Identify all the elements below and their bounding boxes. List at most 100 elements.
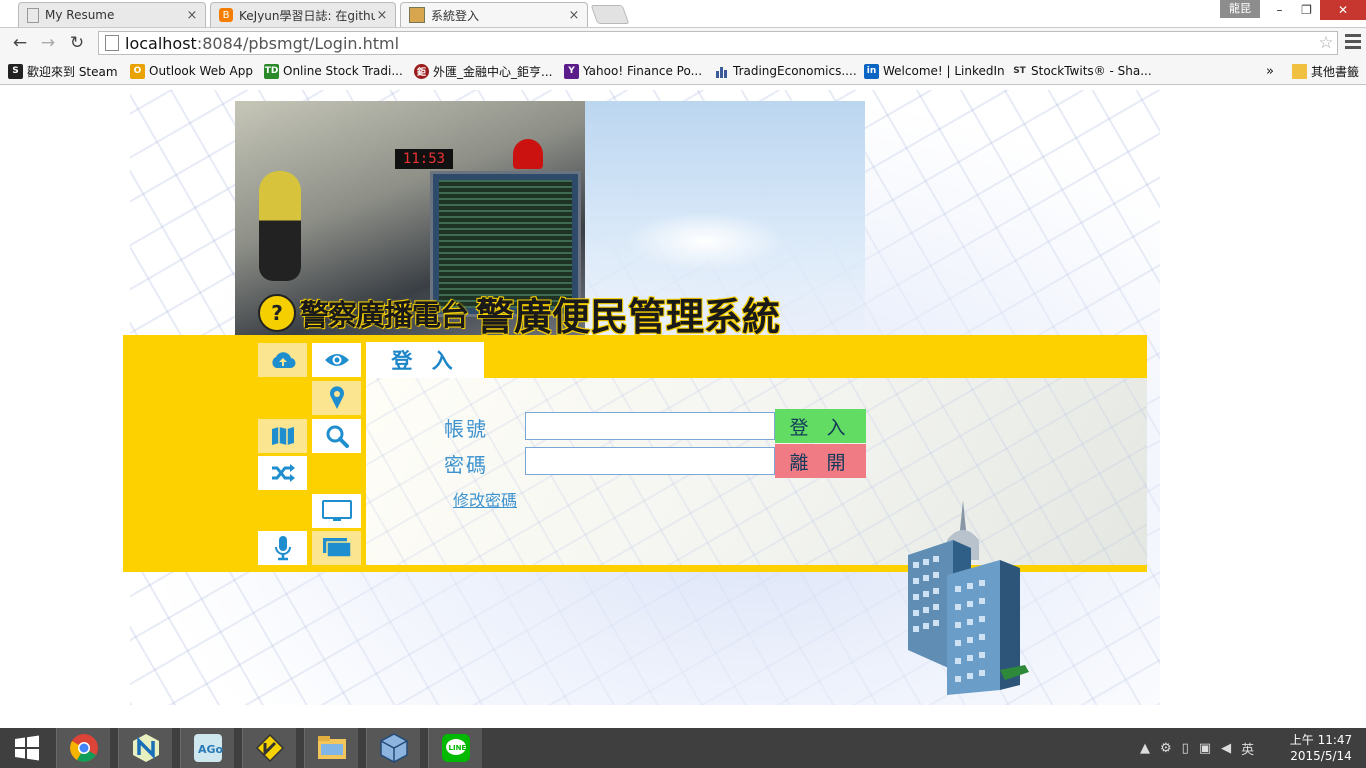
netbeans-icon — [132, 734, 159, 762]
window-controls: – ❐ ✕ — [1266, 0, 1366, 20]
forward-button[interactable]: → — [38, 34, 58, 52]
close-tab-icon[interactable]: × — [375, 8, 389, 23]
eye-icon — [324, 354, 349, 366]
bookmark-tradingeconomics[interactable]: TradingEconomics.... — [714, 62, 857, 80]
map-button[interactable] — [258, 419, 307, 453]
profile-button[interactable]: 龍昆 — [1220, 0, 1260, 18]
omnibox[interactable]: localhost:8084/pbsmgt/Login.html ☆ — [98, 31, 1338, 55]
close-window-button[interactable]: ✕ — [1320, 0, 1366, 20]
bookmarks-bar: S 歡迎來到 Steam O Outlook Web App TD Online St… — [0, 58, 1366, 85]
outlook-icon: O — [130, 63, 145, 79]
folder-icon — [1292, 63, 1307, 79]
tab-my-resume[interactable]: My Resume × — [18, 2, 206, 27]
system-favicon-icon — [409, 7, 425, 23]
map-marker-button[interactable] — [312, 381, 361, 415]
change-password-link[interactable]: 修改密碼 — [453, 487, 517, 511]
tab-login-panel[interactable]: 登 入 — [366, 342, 484, 378]
eye-button[interactable] — [312, 343, 361, 377]
clock-date: 2015/5/14 — [1290, 749, 1352, 763]
broadcast-screen-button[interactable] — [312, 531, 361, 565]
microphone-button[interactable] — [258, 531, 307, 565]
line-icon: LINE — [441, 734, 470, 762]
studio-clock-display: 11:53 — [395, 149, 453, 169]
bookmarks-overflow-button[interactable]: » — [1266, 62, 1274, 80]
tab-title: 系統登入 — [431, 8, 480, 23]
taskbar-adobe-air[interactable]: AGo — [180, 728, 234, 768]
tab-title: My Resume — [45, 8, 115, 22]
other-bookmarks-folder[interactable]: 其他書籤 — [1292, 62, 1359, 80]
password-input[interactable] — [525, 447, 775, 475]
bar-chart-icon — [714, 64, 729, 79]
tab-login[interactable]: 系統登入 × — [400, 2, 588, 27]
bookmark-td[interactable]: TD Online Stock Tradi... — [264, 62, 403, 80]
login-button[interactable]: 登 入 — [775, 409, 866, 443]
system-tray: ▲ ⚙ ▯ ▣ ◀ 英 — [1140, 728, 1264, 768]
taskbar-explorer[interactable] — [304, 728, 358, 768]
taskbar-chrome[interactable] — [56, 728, 110, 768]
tray-overflow-icon[interactable]: ▲ — [1140, 741, 1150, 756]
start-button[interactable] — [0, 728, 54, 768]
search-icon — [326, 425, 349, 448]
taskbar-netbeans[interactable] — [118, 728, 172, 768]
exit-button[interactable]: 離 開 — [775, 444, 866, 478]
chrome-menu-icon[interactable] — [1345, 34, 1361, 50]
on-air-beacon-image — [513, 139, 543, 169]
cnyes-icon: 鉅 — [414, 63, 429, 79]
back-button[interactable]: ← — [10, 34, 30, 52]
system-name: 警廣便民管理系統 — [476, 293, 781, 339]
bookmark-cnyes[interactable]: 鉅外匯_金融中心_鉅亨... — [414, 62, 552, 80]
map-icon — [271, 427, 294, 445]
station-name: 警察廣播電台 — [300, 298, 469, 332]
bookmark-linkedin[interactable]: in Welcome! | LinkedIn — [864, 62, 1005, 80]
taskbar-kakao[interactable] — [242, 728, 296, 768]
map-marker-icon — [329, 386, 344, 409]
windows-start-icon — [15, 735, 39, 761]
power-icon[interactable]: ▯ — [1182, 741, 1189, 756]
taskbar-virtualbox[interactable] — [366, 728, 420, 768]
blogger-icon: B — [219, 8, 233, 22]
shuffle-icon — [271, 464, 295, 482]
volume-icon[interactable]: ◀ — [1221, 741, 1231, 756]
ime-indicator[interactable]: 英 — [1241, 739, 1254, 758]
linkedin-icon: in — [864, 63, 879, 79]
account-input[interactable] — [525, 412, 775, 440]
password-label: 密碼 — [444, 453, 488, 477]
monitor-icon — [321, 500, 352, 521]
tab-kejyun[interactable]: B KeJyun學習日誌: 在githul × — [210, 2, 396, 27]
search-button[interactable] — [312, 419, 361, 453]
shuffle-button[interactable] — [258, 456, 307, 490]
bookmark-steam[interactable]: S 歡迎來到 Steam — [8, 62, 118, 80]
tab-strip: My Resume × B KeJyun學習日誌: 在githul × 系統登入… — [0, 0, 1366, 27]
close-tab-icon[interactable]: × — [185, 8, 199, 23]
taskbar-clock[interactable]: 上午 11:47 2015/5/14 — [1288, 732, 1354, 764]
account-label: 帳號 — [444, 417, 488, 441]
broadcast-screen-icon — [322, 538, 352, 558]
svg-text:LINE: LINE — [448, 744, 466, 752]
microphone-icon — [274, 536, 291, 561]
restore-button[interactable]: ❐ — [1293, 0, 1320, 20]
yahoo-icon: Y — [564, 63, 579, 79]
office-building-image — [908, 500, 1029, 695]
url-text[interactable]: localhost:8084/pbsmgt/Login.html — [125, 34, 1315, 53]
file-explorer-icon — [317, 736, 346, 759]
minimize-button[interactable]: – — [1266, 0, 1293, 20]
cloud-upload-icon — [271, 352, 296, 369]
new-tab-button[interactable] — [590, 5, 630, 24]
page-content: 11:53 ? 警察廣播電台 警廣便民管理系統 登 入 帳號 登 入 密碼 離 … — [0, 85, 1366, 728]
close-tab-icon[interactable]: × — [567, 8, 581, 23]
reload-button[interactable]: ↻ — [67, 34, 87, 52]
bookmark-outlook[interactable]: O Outlook Web App — [130, 62, 253, 80]
monitor-button[interactable] — [312, 494, 361, 528]
taskbar-line[interactable]: LINE — [428, 728, 482, 768]
bookmark-stocktwits[interactable]: ST StockTwits® - Sha... — [1012, 62, 1151, 80]
adobe-air-icon: AGo — [193, 734, 223, 762]
cloud-upload-button[interactable] — [258, 343, 307, 377]
network-icon[interactable]: ▣ — [1199, 741, 1211, 756]
page-icon — [27, 7, 39, 23]
windows-taskbar: AGo LINE ▲ ⚙ ▯ ▣ ◀ 英 上午 11:47 2015/5/14 — [0, 728, 1366, 768]
studio-microphone-image — [259, 171, 301, 281]
page-icon — [105, 35, 119, 51]
sync-icon[interactable]: ⚙ — [1160, 741, 1172, 756]
bookmark-star-icon[interactable]: ☆ — [1315, 33, 1337, 53]
bookmark-yahoo[interactable]: Y Yahoo! Finance Po... — [564, 62, 702, 80]
